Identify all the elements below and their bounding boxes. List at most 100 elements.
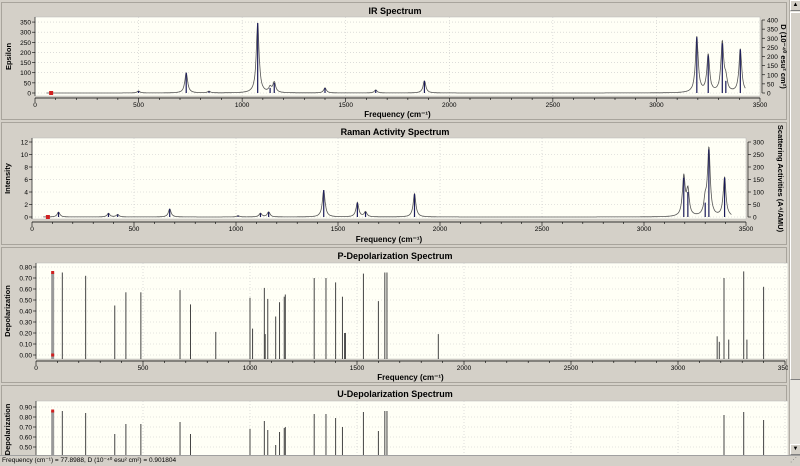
right-y-tick-label: 350 xyxy=(767,27,778,34)
x-axis-label: Frequency (cm⁻¹) xyxy=(356,235,423,244)
right-y-tick-label: 0 xyxy=(753,215,757,222)
chart-title: Raman Activity Spectrum xyxy=(341,127,450,137)
status-text: Frequency (cm⁻¹) = 77.8988, D (10⁻⁴⁰ esu… xyxy=(2,457,177,464)
scrollbar-thumb[interactable] xyxy=(790,12,800,380)
p-depolarization-chart[interactable]: P-Depolarization Spectrum 0.00 0.10 0.20 0.3… xyxy=(2,248,788,384)
right-y-tick-label: 50 xyxy=(767,81,775,88)
scroll-up-icon[interactable]: ▲ xyxy=(790,0,800,11)
right-y-tick-label: 100 xyxy=(753,190,764,197)
chart-title: P-Depolarization Spectrum xyxy=(337,251,452,261)
y-tick-label: 300 xyxy=(20,30,31,37)
x-tick-label: 2500 xyxy=(535,226,550,233)
ir-spectrum-panel: IR Spectrum 0 50 100 150 200 250 300 350 Epsilon 0… xyxy=(1,2,788,121)
scroll-down-icon[interactable]: ▼ xyxy=(790,444,800,455)
x-tick-label: 500 xyxy=(129,226,140,233)
right-y-tick-label: 100 xyxy=(767,72,778,79)
x-tick-label: 2000 xyxy=(457,365,472,372)
x-tick-label: 2500 xyxy=(564,365,579,372)
selection-marker xyxy=(51,271,55,274)
x-tick-label: 3000 xyxy=(637,226,652,233)
x-tick-label: 500 xyxy=(133,102,144,109)
y-tick-label: 0.10 xyxy=(19,342,32,349)
y-tick-label: 2 xyxy=(24,202,28,209)
right-y-tick-label: 50 xyxy=(753,202,761,209)
y-tick-label: 0 xyxy=(27,91,31,98)
y-tick-label: 0.80 xyxy=(19,265,32,272)
x-tick-label: 0 xyxy=(33,102,37,109)
vertical-scrollbar[interactable]: ▲ ▼ xyxy=(789,0,800,455)
x-tick-label: 500 xyxy=(138,365,149,372)
x-tick-label: 2000 xyxy=(442,102,457,109)
x-tick-label: 1000 xyxy=(243,365,258,372)
y-tick-label: 0.70 xyxy=(19,276,32,283)
x-tick-label: 3500 xyxy=(753,102,768,109)
x-axis-label: Frequency (cm⁻¹) xyxy=(377,373,444,382)
raman-spectrum-chart[interactable]: Raman Activity Spectrum 0 2 4 6 8 10 12 Intensit… xyxy=(2,123,788,246)
x-tick-label: 3500 xyxy=(778,365,788,372)
y-tick-label: 150 xyxy=(20,60,31,67)
y-tick-label: 12 xyxy=(21,140,29,147)
y-tick-label: 0.00 xyxy=(19,353,32,360)
y-tick-label: 100 xyxy=(20,70,31,77)
raman-spectrum-panel: Raman Activity Spectrum 0 2 4 6 8 10 12 Intensit… xyxy=(1,122,787,245)
plot-area xyxy=(35,400,788,458)
y-tick-label: 0.60 xyxy=(19,287,32,294)
ir-spectrum-chart[interactable]: IR Spectrum 0 50 100 150 200 250 300 350 Epsilon 0… xyxy=(2,3,788,121)
y-axis-label: Depolarization xyxy=(3,285,12,337)
x-tick-label: 2500 xyxy=(546,102,561,109)
y-axis-label: Epsilon xyxy=(4,43,13,71)
y-tick-label: 6 xyxy=(24,177,28,184)
right-y-tick-label: 300 xyxy=(753,140,764,147)
y-axis-label: Depolarization xyxy=(3,403,12,455)
y-tick-label: 250 xyxy=(20,40,31,47)
p-depolarization-panel: P-Depolarization Spectrum 0.00 0.10 0.20 0.3… xyxy=(1,247,788,384)
x-tick-label: 0 xyxy=(30,226,34,233)
chart-title: U-Depolarization Spectrum xyxy=(337,389,453,399)
x-tick-label: 1000 xyxy=(235,102,250,109)
selection-marker xyxy=(49,91,54,95)
y-tick-label: 0.70 xyxy=(19,425,32,432)
y-tick-label: 0.40 xyxy=(19,309,32,316)
right-y-tick-label: 250 xyxy=(753,152,764,159)
plot-area xyxy=(34,16,761,97)
right-y-tick-label: 300 xyxy=(767,36,778,43)
size-grip-icon[interactable]: ⋰ xyxy=(790,457,799,465)
right-y-tick-label: 150 xyxy=(753,177,764,184)
y-tick-label: 50 xyxy=(24,80,32,87)
x-tick-label: 1500 xyxy=(350,365,365,372)
right-y-tick-label: 200 xyxy=(753,165,764,172)
y-tick-label: 0 xyxy=(24,215,28,222)
right-y-tick-label: 200 xyxy=(767,54,778,61)
right-y-tick-label: 0 xyxy=(767,91,771,98)
selection-marker-bottom xyxy=(51,353,55,357)
x-tick-label: 1500 xyxy=(331,226,346,233)
y-tick-label: 0.20 xyxy=(19,331,32,338)
u-depolarization-panel: U-Depolarization Spectrum 0.50 0.60 0.70 0.8… xyxy=(1,385,788,458)
right-y-tick-label: 250 xyxy=(767,45,778,52)
x-tick-label: 1000 xyxy=(229,226,244,233)
u-depolarization-chart[interactable]: U-Depolarization Spectrum 0.50 0.60 0.70 0.8… xyxy=(2,386,788,458)
right-y-tick-label: 150 xyxy=(767,63,778,70)
selection-marker xyxy=(51,409,55,413)
y-tick-label: 350 xyxy=(20,20,31,27)
y-axis-label: Intensity xyxy=(3,162,12,194)
x-tick-label: 2000 xyxy=(433,226,448,233)
y-tick-label: 4 xyxy=(24,190,28,197)
y-tick-label: 0.80 xyxy=(19,415,32,422)
y-tick-label: 10 xyxy=(21,152,29,159)
y-tick-label: 200 xyxy=(20,50,31,57)
x-tick-label: 3500 xyxy=(739,226,754,233)
right-y-tick-label: 400 xyxy=(767,18,778,25)
x-tick-label: 3000 xyxy=(649,102,664,109)
x-tick-label: 0 xyxy=(34,365,38,372)
right-y-axis-label: D (10⁻⁴⁰ esu² cm²) xyxy=(779,24,788,89)
y-tick-label: 0.60 xyxy=(19,435,32,442)
x-tick-label: 1500 xyxy=(338,102,353,109)
y-tick-label: 0.90 xyxy=(19,405,32,412)
y-tick-label: 0.50 xyxy=(19,445,32,452)
right-y-axis-label: Scattering Activities (A⁴/AMU) xyxy=(776,125,785,233)
status-bar: Frequency (cm⁻¹) = 77.8988, D (10⁻⁴⁰ esu… xyxy=(0,455,800,465)
x-tick-label: 3000 xyxy=(671,365,686,372)
y-tick-label: 0.50 xyxy=(19,298,32,305)
plot-area xyxy=(31,137,747,220)
